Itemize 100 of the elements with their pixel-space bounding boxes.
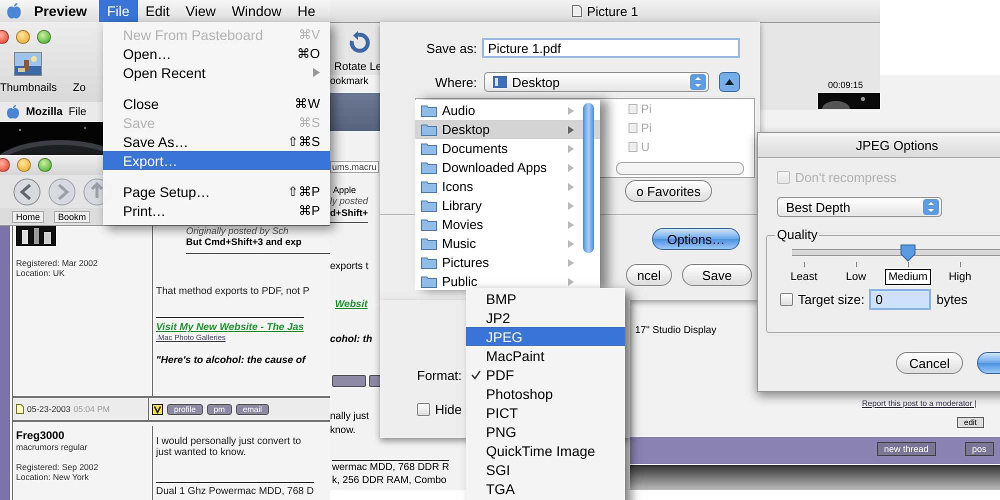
toolbar-label[interactable]: Thumbnails xyxy=(0,82,57,94)
bookmark-item[interactable]: Home xyxy=(12,210,44,222)
file-name: Pi xyxy=(641,102,652,116)
cancel-button[interactable]: ncel xyxy=(626,264,672,286)
menu-item[interactable]: Close ⌘W xyxy=(103,94,330,113)
folder-item[interactable]: Documents xyxy=(415,139,600,158)
file-name: Pi xyxy=(641,120,652,134)
menu-item[interactable]: File xyxy=(68,106,86,118)
bookmark-item[interactable]: Apple xyxy=(333,185,356,195)
document-icon xyxy=(16,404,24,414)
folder-item[interactable]: Downloaded Apps xyxy=(415,158,600,177)
forum-banner xyxy=(330,93,380,131)
menu-item[interactable]: JP2 xyxy=(466,308,625,327)
slider-thumb[interactable] xyxy=(899,244,917,262)
menu-item[interactable]: TGA xyxy=(466,479,625,498)
zoom-button[interactable] xyxy=(37,30,51,44)
menu-item[interactable]: Save As… ⇧⌘S xyxy=(103,132,330,151)
checkbox-label: Target size: xyxy=(798,292,864,307)
app-menu[interactable]: Mozilla xyxy=(26,106,63,118)
folder-item[interactable]: Public xyxy=(415,272,600,291)
folder-icon xyxy=(421,104,437,117)
menu-item[interactable]: Photoshop xyxy=(466,384,625,403)
checkbox-label: Hide xyxy=(435,402,462,417)
file-name-field[interactable]: Picture 1.pdf xyxy=(482,38,740,58)
post-text: exports t xyxy=(330,261,368,272)
field-label: Where: xyxy=(434,74,478,90)
badge-icon xyxy=(152,404,163,414)
document-icon xyxy=(572,5,582,17)
location-popup[interactable]: Desktop xyxy=(484,72,709,92)
disclosure-icon xyxy=(568,202,574,210)
stepper-icon xyxy=(923,199,939,215)
window-title: JPEG Options xyxy=(856,138,938,152)
checkbox-label: Don't recompress xyxy=(795,170,896,185)
file-name: U xyxy=(641,140,650,154)
folder-item[interactable]: Icons xyxy=(415,177,600,196)
disclosure-icon xyxy=(568,258,574,266)
address-field[interactable]: ums.macru xyxy=(330,161,379,173)
registered-date: Registered: Sep 2002 xyxy=(16,462,100,472)
apple-icon[interactable] xyxy=(6,2,22,20)
menu-item[interactable]: Open Recent xyxy=(103,63,330,82)
minimize-button[interactable] xyxy=(17,158,31,172)
menu-title[interactable]: Edit xyxy=(138,0,178,22)
report-link[interactable]: Report this post to a moderator | xyxy=(862,399,977,408)
folder-item[interactable]: Library xyxy=(415,196,600,215)
edit-button[interactable]: edit xyxy=(957,417,984,428)
thread-button[interactable]: new thread xyxy=(877,442,936,456)
menu-title[interactable]: File xyxy=(98,0,138,22)
user-location: Location: New York xyxy=(16,472,90,482)
time-display: 00:09:15 xyxy=(828,80,864,90)
menu-title[interactable]: Window xyxy=(224,0,290,22)
menu-item[interactable]: BMP xyxy=(466,289,625,308)
cancel-button[interactable]: Cancel xyxy=(896,352,964,374)
menu-item[interactable]: QuickTime Image xyxy=(466,441,625,460)
folder-item[interactable]: Audio xyxy=(415,101,600,120)
folder-icon xyxy=(421,275,437,288)
zoom-button[interactable] xyxy=(38,158,52,172)
menu-item[interactable]: Export… xyxy=(103,151,330,170)
folder-item[interactable]: Desktop xyxy=(415,120,600,139)
forward-icon[interactable] xyxy=(47,176,77,206)
menu-item[interactable]: MacPaint xyxy=(466,346,625,365)
close-button[interactable] xyxy=(0,158,10,172)
menu-item[interactable]: PNG xyxy=(466,422,625,441)
menu-item[interactable]: SGI xyxy=(466,460,625,479)
bookmark-item[interactable]: Bookm xyxy=(54,210,90,222)
scroll-bar[interactable] xyxy=(616,162,744,175)
apple-icon[interactable] xyxy=(6,104,20,120)
collapse-button[interactable] xyxy=(719,72,740,92)
scroll-bar[interactable] xyxy=(583,103,594,253)
menu-item[interactable]: PDF xyxy=(466,365,625,384)
bookmark-item[interactable]: ookmark xyxy=(330,76,368,87)
signature-quote: "Here's to alcohol: the cause of xyxy=(156,355,308,366)
username[interactable]: Freg3000 xyxy=(16,430,152,442)
toolbar-label[interactable]: Zo xyxy=(72,82,86,94)
menu-item[interactable]: Print… ⌘P xyxy=(103,201,330,220)
post-button[interactable] xyxy=(369,375,381,387)
depth-popup[interactable]: Best Depth xyxy=(777,197,942,217)
options-button[interactable]: Options… xyxy=(652,228,740,250)
disclosure-icon xyxy=(568,144,574,152)
menu-item[interactable]: JPEG xyxy=(466,327,625,346)
checkbox[interactable] xyxy=(780,293,793,306)
disclosure-icon xyxy=(568,220,574,228)
menu-item[interactable]: Open… ⌘O xyxy=(103,44,330,63)
folder-item[interactable]: Pictures xyxy=(415,253,600,272)
favorites-button[interactable]: o Favorites xyxy=(625,180,712,202)
disclosure-icon xyxy=(568,106,574,114)
group-label: Quality xyxy=(775,227,820,242)
post-text: nally just xyxy=(330,411,369,422)
menu-item[interactable]: PICT xyxy=(466,403,625,422)
minimize-button[interactable] xyxy=(16,30,30,44)
folder-item[interactable]: Movies xyxy=(415,215,600,234)
size-field[interactable]: 0 xyxy=(869,289,932,310)
thread-button[interactable]: pos xyxy=(965,442,994,456)
post-text: That method exports to PDF, not P xyxy=(156,286,310,299)
save-button[interactable]: Save xyxy=(682,264,752,286)
folder-item[interactable]: Music xyxy=(415,234,600,253)
menu-title[interactable]: View xyxy=(178,0,224,22)
app-menu[interactable]: Preview xyxy=(22,3,99,19)
checkbox[interactable] xyxy=(417,403,430,416)
back-icon[interactable] xyxy=(12,176,42,206)
menu-title[interactable]: He xyxy=(290,0,324,22)
